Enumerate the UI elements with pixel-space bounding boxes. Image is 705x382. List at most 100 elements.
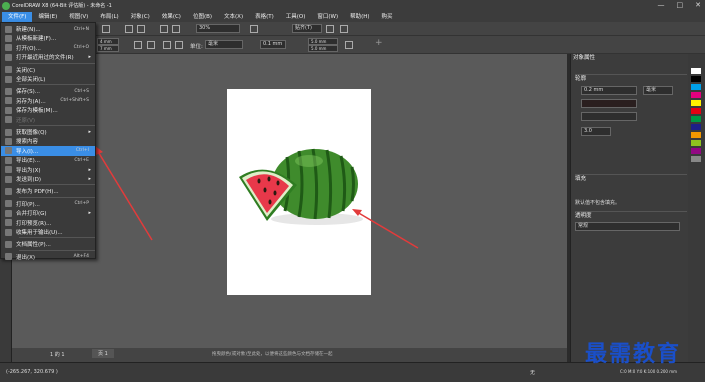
swatch-white[interactable] <box>691 68 701 74</box>
file-menu-item[interactable]: 发布为 PDF(H)... <box>1 186 95 196</box>
miter-limit-field[interactable]: 3.0 <box>581 127 611 136</box>
file-menu-item[interactable]: 收集用于输出(U)... <box>1 227 95 237</box>
page-count: 1 的 1 <box>50 352 65 358</box>
menu-item-label: 从模板新建(F)... <box>16 36 57 43</box>
menu-item-icon <box>5 137 12 145</box>
file-menu-dropdown: 新建(N)... Ctrl+N 从模板新建(F)... 打开(O)... Ctrl+O 打… <box>0 22 96 262</box>
menu-item-icon <box>5 166 12 174</box>
menu-item-icon <box>5 187 12 195</box>
menu-item-shortcut: Ctrl+N <box>73 26 89 32</box>
menu-item-icon <box>5 75 12 83</box>
menu-item-icon <box>5 147 12 155</box>
arrow-head-watermelon <box>352 209 362 216</box>
menu-item-icon <box>5 34 12 42</box>
menu-item-label: 合并打印(G) <box>16 211 47 218</box>
menu-item-icon <box>5 228 12 236</box>
menu-separator <box>19 249 95 251</box>
menu-item-label: 导入(I)... <box>16 148 39 155</box>
palette-drop-hint: 拖曳颜色(或对象)至此处，以便将这些颜色与文档存储在一起 <box>212 352 333 357</box>
menu-item-icon <box>5 87 12 95</box>
submenu-arrow-icon: ▸ <box>88 54 91 61</box>
swatch-cyan[interactable] <box>691 84 701 90</box>
menu-item-label: 新建(N)... <box>16 27 41 33</box>
menu-item-shortcut: Ctrl+E <box>74 157 89 163</box>
menu-item-icon <box>5 209 12 217</box>
fill-status: 无 <box>530 370 536 376</box>
menu-item-icon <box>5 66 12 74</box>
menu-item-icon <box>5 25 12 33</box>
menu-item-label: 导出(E)... <box>16 158 41 165</box>
menu-item-shortcut: Ctrl+O <box>73 45 89 51</box>
menu-separator <box>19 62 95 64</box>
menu-item-shortcut: Ctrl+I <box>75 148 89 154</box>
file-menu-item[interactable]: 文档属性(P)... <box>1 239 95 249</box>
menu-item-icon <box>5 106 12 114</box>
menu-item-icon <box>5 240 12 248</box>
page-tab-1[interactable]: 页 1 <box>92 349 114 358</box>
swatch-magenta[interactable] <box>691 92 701 98</box>
color-palette <box>688 54 705 362</box>
menu-item-shortcut: Alt+F4 <box>73 254 89 260</box>
submenu-arrow-icon: ▸ <box>88 210 91 217</box>
swatch-orange[interactable] <box>691 132 701 138</box>
object-properties-docker: 对象属性 轮廓 0.2 mm 毫米 3.0 填充 默认值不包含填充。 透明度 常… <box>570 54 688 362</box>
menu-item-label: 打印(P)... <box>16 201 40 208</box>
submenu-arrow-icon: ▸ <box>88 129 91 135</box>
menu-item-label: 搜索内容 <box>16 139 39 146</box>
file-menu-item[interactable]: 还原(V) <box>1 115 95 125</box>
menu-separator <box>19 184 95 186</box>
fill-section-header[interactable]: 填充 <box>575 174 687 183</box>
outline-status: C:0 M:0 Y:0 K:100 0.200 mm <box>620 369 678 374</box>
watermark-logo: 最需教育 <box>585 342 682 367</box>
file-menu-item[interactable]: 退出(X) Alt+F4 <box>1 252 95 262</box>
transparency-mode-dropdown[interactable]: 常规 <box>575 222 680 231</box>
menu-item-label: 保存为模板(M)... <box>16 108 58 115</box>
swatch-purple[interactable] <box>691 148 701 154</box>
menu-item-shortcut: Ctrl+Shift+S <box>60 98 89 104</box>
menu-item-label: 全部关闭(L) <box>16 77 46 83</box>
menu-item-shortcut: Ctrl+S <box>74 88 89 94</box>
menu-item-label: 退出(X) <box>16 254 36 261</box>
swatch-black[interactable] <box>691 76 701 82</box>
menu-item-label: 发布为 PDF(H)... <box>16 189 59 196</box>
submenu-arrow-icon: ▸ <box>88 176 91 182</box>
menu-item-label: 导出为(X) <box>16 167 41 174</box>
outline-unit-dropdown[interactable]: 毫米 <box>643 86 673 95</box>
swatch-gray[interactable] <box>691 156 701 162</box>
outline-color-picker[interactable] <box>581 99 637 108</box>
swatch-green[interactable] <box>691 116 701 122</box>
swatch-blue[interactable] <box>691 124 701 130</box>
swatch-yellow[interactable] <box>691 100 701 106</box>
menu-item-icon <box>5 97 12 105</box>
menu-item-icon <box>5 156 12 164</box>
menu-item-label: 打开(O)... <box>16 45 41 52</box>
menu-item-icon <box>5 219 12 227</box>
menu-separator <box>19 196 95 198</box>
outline-style-dropdown[interactable] <box>581 112 637 121</box>
menu-item-label: 获取图像(Q) <box>16 130 47 136</box>
menu-item-label: 打开最近用过的文件(R) <box>16 55 74 62</box>
outline-width-field[interactable]: 0.2 mm <box>581 86 637 95</box>
arrow-to-watermelon <box>356 211 419 249</box>
menu-item-icon <box>5 53 12 61</box>
arrow-to-import <box>96 149 153 241</box>
submenu-arrow-icon: ▸ <box>88 166 91 173</box>
file-menu-item[interactable]: 发送到(D) ▸ <box>1 174 95 184</box>
menu-item-icon <box>5 44 12 52</box>
file-menu-item[interactable]: 打开最近用过的文件(R) ▸ <box>1 52 95 62</box>
outline-section-header[interactable]: 轮廓 <box>575 74 687 83</box>
menu-item-label: 文档属性(P)... <box>16 242 51 249</box>
transparency-section-header[interactable]: 透明度 <box>575 211 687 220</box>
menu-item-label: 收集用于输出(U)... <box>16 230 63 236</box>
menu-item-label: 打印预览(R)... <box>16 220 52 227</box>
menu-item-icon <box>5 116 12 124</box>
docker-title: 对象属性 <box>573 55 596 61</box>
menu-item-icon <box>5 253 12 261</box>
menu-separator <box>19 125 95 126</box>
menu-item-shortcut: Ctrl+P <box>74 201 90 207</box>
menu-separator <box>19 84 95 86</box>
file-menu-item[interactable]: 全部关闭(L) <box>1 74 95 84</box>
swatch-lime[interactable] <box>691 140 701 146</box>
swatch-red[interactable] <box>691 108 701 114</box>
menu-separator <box>19 237 95 239</box>
